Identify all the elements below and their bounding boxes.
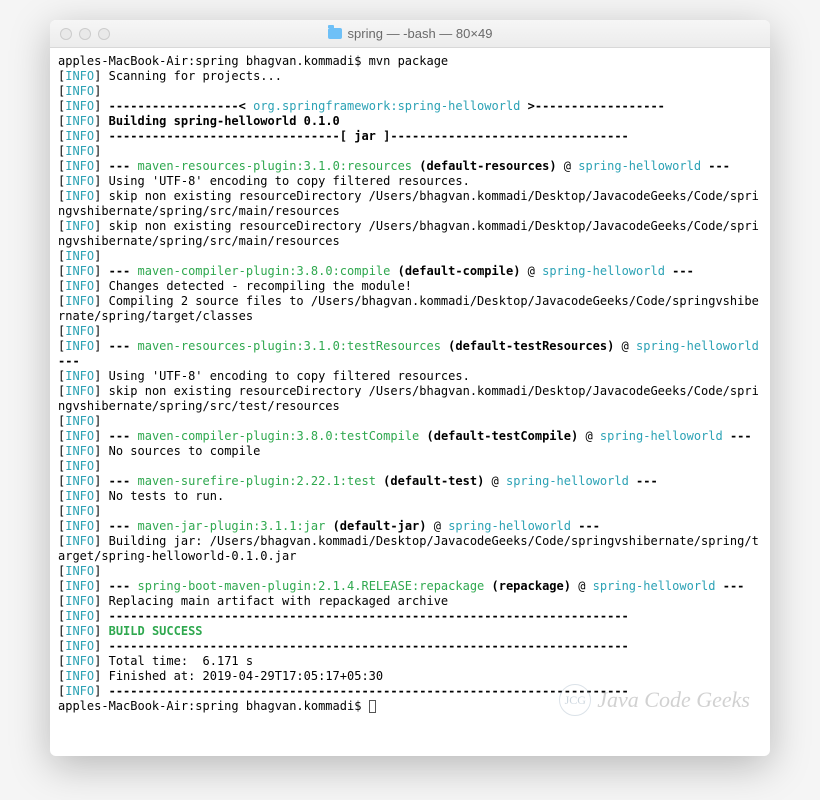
folder-icon — [328, 28, 342, 39]
log-line: [INFO] Total time: 6.171 s — [58, 654, 253, 668]
log-line: [INFO] Building spring-helloworld 0.1.0 — [58, 114, 340, 128]
log-line: [INFO] ---------------------------------… — [58, 639, 629, 653]
log-line: [INFO] Changes detected - recompiling th… — [58, 279, 412, 293]
terminal-window: spring — -bash — 80×49 apples-MacBook-Ai… — [50, 20, 770, 756]
log-line: [INFO] ---------------------------------… — [58, 684, 629, 698]
log-line: [INFO] --- maven-surefire-plugin:2.22.1:… — [58, 474, 658, 488]
log-line: [INFO] --- maven-resources-plugin:3.1.0:… — [58, 159, 730, 173]
log-line: [INFO] ------------------< org.springfra… — [58, 99, 665, 113]
maximize-icon[interactable] — [98, 28, 110, 40]
log-line: [INFO] --- maven-resources-plugin:3.1.0:… — [58, 339, 766, 368]
log-line: [INFO] --- maven-jar-plugin:3.1.1:jar (d… — [58, 519, 600, 533]
prompt-line: apples-MacBook-Air:spring bhagvan.kommad… — [58, 699, 376, 713]
log-line: [INFO] — [58, 504, 109, 518]
log-line: [INFO] skip non existing resourceDirecto… — [58, 384, 759, 413]
log-line-success: [INFO] BUILD SUCCESS — [58, 624, 203, 638]
minimize-icon[interactable] — [79, 28, 91, 40]
log-line: [INFO] No sources to compile — [58, 444, 260, 458]
log-line: [INFO] — [58, 414, 109, 428]
log-line: [INFO] — [58, 84, 109, 98]
log-line: [INFO] Compiling 2 source files to /User… — [58, 294, 759, 323]
log-line: [INFO] — [58, 249, 109, 263]
log-line: [INFO] ---------------------------------… — [58, 609, 629, 623]
close-icon[interactable] — [60, 28, 72, 40]
log-line: [INFO] Using 'UTF-8' encoding to copy fi… — [58, 174, 470, 188]
log-line: [INFO] --------------------------------[… — [58, 129, 629, 143]
window-title: spring — -bash — 80×49 — [50, 26, 770, 41]
titlebar[interactable]: spring — -bash — 80×49 — [50, 20, 770, 48]
log-line: [INFO] — [58, 459, 109, 473]
log-line: [INFO] — [58, 564, 109, 578]
log-line: [INFO] Finished at: 2019-04-29T17:05:17+… — [58, 669, 383, 683]
log-line: [INFO] --- maven-compiler-plugin:3.8.0:t… — [58, 429, 752, 443]
window-title-text: spring — -bash — 80×49 — [348, 26, 493, 41]
log-line: [INFO] skip non existing resourceDirecto… — [58, 189, 759, 218]
log-line: [INFO] Building jar: /Users/bhagvan.komm… — [58, 534, 759, 563]
log-line: [INFO] --- maven-compiler-plugin:3.8.0:c… — [58, 264, 694, 278]
log-line: [INFO] Scanning for projects... — [58, 69, 282, 83]
log-line: [INFO] Using 'UTF-8' encoding to copy fi… — [58, 369, 470, 383]
log-line: [INFO] — [58, 324, 109, 338]
terminal-content[interactable]: apples-MacBook-Air:spring bhagvan.kommad… — [50, 48, 770, 756]
cursor-icon — [369, 700, 376, 713]
log-line: [INFO] — [58, 144, 109, 158]
log-line: [INFO] --- spring-boot-maven-plugin:2.1.… — [58, 579, 744, 593]
log-line: [INFO] skip non existing resourceDirecto… — [58, 219, 759, 248]
window-controls — [60, 28, 110, 40]
log-line: [INFO] Replacing main artifact with repa… — [58, 594, 448, 608]
prompt-line: apples-MacBook-Air:spring bhagvan.kommad… — [58, 54, 448, 68]
log-line: [INFO] No tests to run. — [58, 489, 224, 503]
